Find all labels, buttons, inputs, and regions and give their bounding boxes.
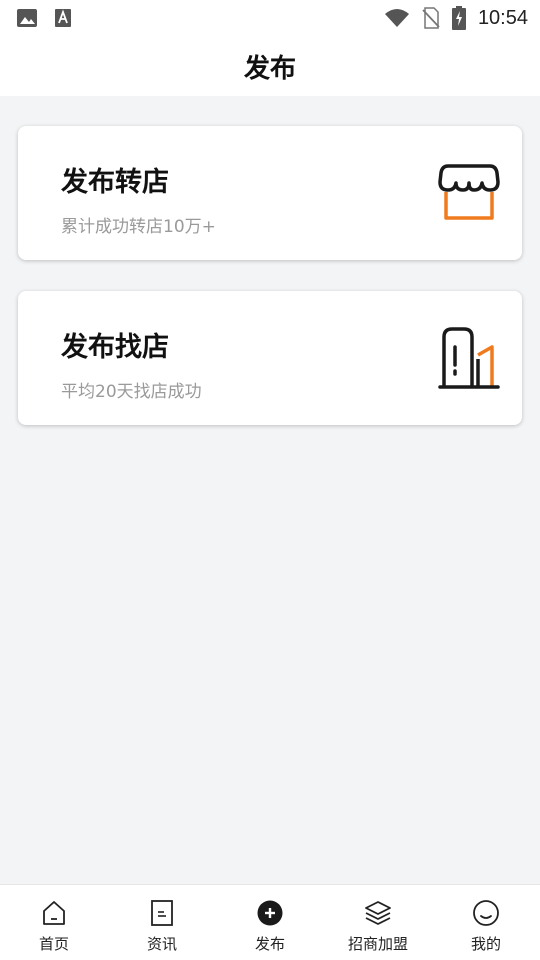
image-icon [17, 9, 37, 27]
status-bar: 10:54 [0, 0, 540, 36]
card-subtitle: 平均20天找店成功 [61, 382, 202, 402]
document-icon [151, 900, 173, 926]
battery-charging-icon [451, 6, 466, 30]
page-title: 发布 [243, 53, 296, 84]
tab-mine[interactable]: 我的 [432, 885, 540, 960]
tab-label: 招商加盟 [347, 935, 408, 953]
plus-circle-icon [257, 900, 283, 926]
status-left [16, 8, 72, 28]
status-time: 10:54 [477, 6, 528, 29]
no-sim-icon [422, 7, 440, 29]
tab-publish[interactable]: 发布 [216, 885, 324, 960]
layers-icon [365, 901, 391, 925]
bottom-tab-bar: 首页 资讯 发布 招商加盟 我的 [0, 884, 540, 960]
wifi-icon [384, 9, 409, 27]
header: 发布 [0, 36, 540, 96]
status-right: 10:54 [384, 6, 528, 30]
font-icon [55, 9, 71, 27]
tab-label: 首页 [38, 935, 69, 953]
card-title: 发布转店 [61, 167, 169, 198]
shop-icon [438, 164, 500, 220]
publish-find-card[interactable]: 发布找店 平均20天找店成功 [18, 291, 522, 425]
publish-transfer-card[interactable]: 发布转店 累计成功转店10万+ [18, 126, 522, 260]
tab-home[interactable]: 首页 [0, 885, 108, 960]
tab-news[interactable]: 资讯 [108, 885, 216, 960]
tab-label: 发布 [254, 935, 285, 953]
tab-franchise[interactable]: 招商加盟 [324, 885, 432, 960]
card-subtitle: 累计成功转店10万+ [61, 217, 216, 237]
card-title: 发布找店 [61, 332, 169, 363]
building-icon [438, 327, 500, 389]
tab-label: 我的 [470, 935, 501, 953]
tab-label: 资讯 [146, 935, 177, 953]
smile-icon [473, 900, 499, 926]
home-icon [43, 901, 65, 925]
